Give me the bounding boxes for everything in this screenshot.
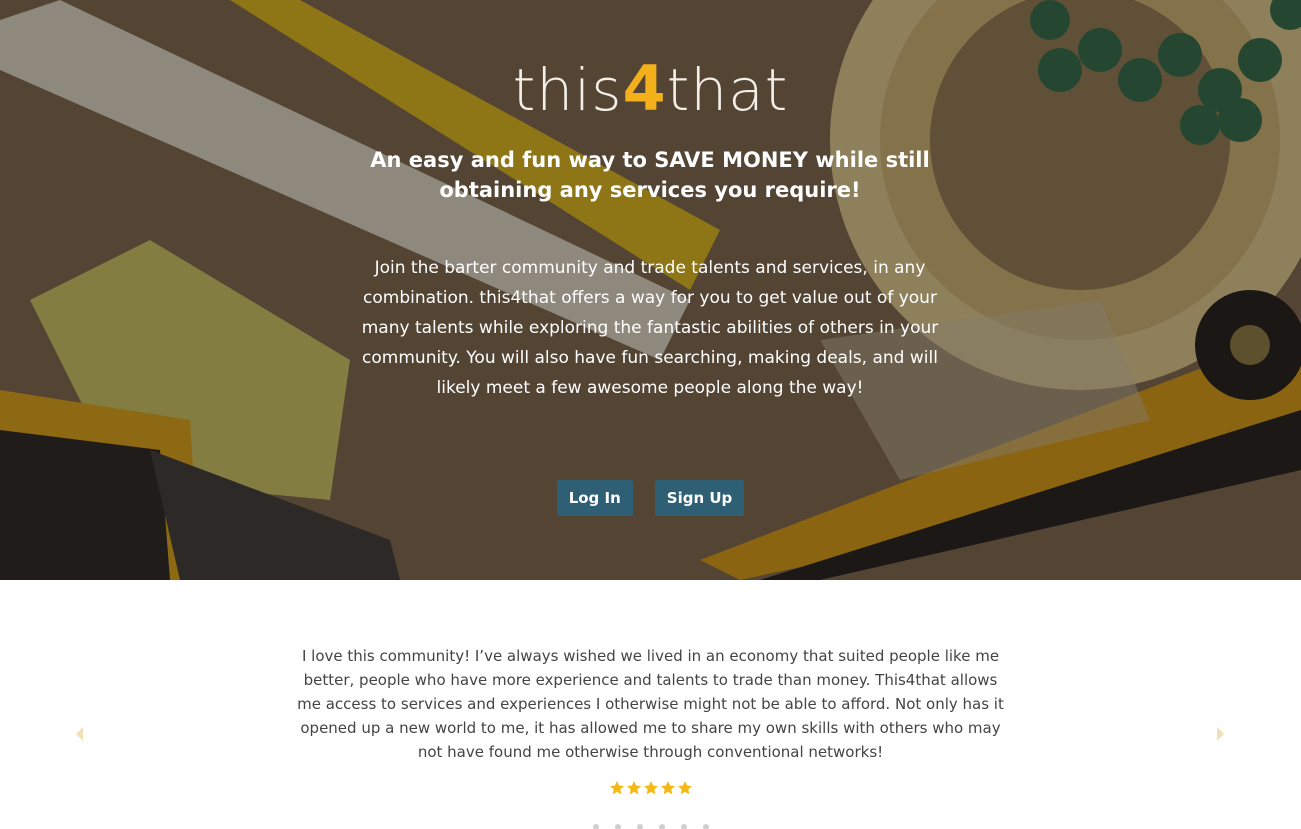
hero-tagline: An easy and fun way to SAVE MONEY while …	[370, 148, 930, 202]
logo-text-this: this	[512, 56, 623, 124]
caret-right-icon[interactable]	[1213, 725, 1227, 743]
logo-text-that: that	[666, 56, 789, 124]
carousel-dot[interactable]	[636, 824, 643, 829]
hero-intro-text: Join the barter community and trade tale…	[361, 258, 939, 398]
carousel-dot[interactable]	[658, 824, 665, 829]
logo-text-four: 4	[622, 52, 667, 125]
hero-content: this4that An easy and fun way to SAVE MO…	[0, 0, 1301, 580]
star-icon	[626, 781, 641, 795]
carousel-pagination	[0, 824, 1301, 829]
signup-button[interactable]: Sign Up	[654, 480, 745, 516]
login-button[interactable]: Log In	[556, 480, 633, 516]
star-rating	[0, 780, 1301, 796]
star-icon	[643, 781, 658, 795]
testimonial-carousel: I love this community! I’ve always wishe…	[0, 580, 1301, 829]
carousel-dot[interactable]	[680, 824, 687, 829]
hero-section: this4that An easy and fun way to SAVE MO…	[0, 0, 1301, 580]
star-icon	[677, 781, 692, 795]
star-icon	[660, 781, 675, 795]
testimonial-quote: I love this community! I’ve always wishe…	[297, 647, 1004, 761]
carousel-dot[interactable]	[614, 824, 621, 829]
star-icon	[609, 781, 624, 795]
caret-left-icon[interactable]	[73, 725, 87, 743]
carousel-dot[interactable]	[592, 824, 599, 829]
carousel-dot[interactable]	[702, 824, 709, 829]
brand-logo: this4that	[0, 54, 1301, 125]
auth-buttons: Log In Sign Up	[0, 480, 1301, 516]
